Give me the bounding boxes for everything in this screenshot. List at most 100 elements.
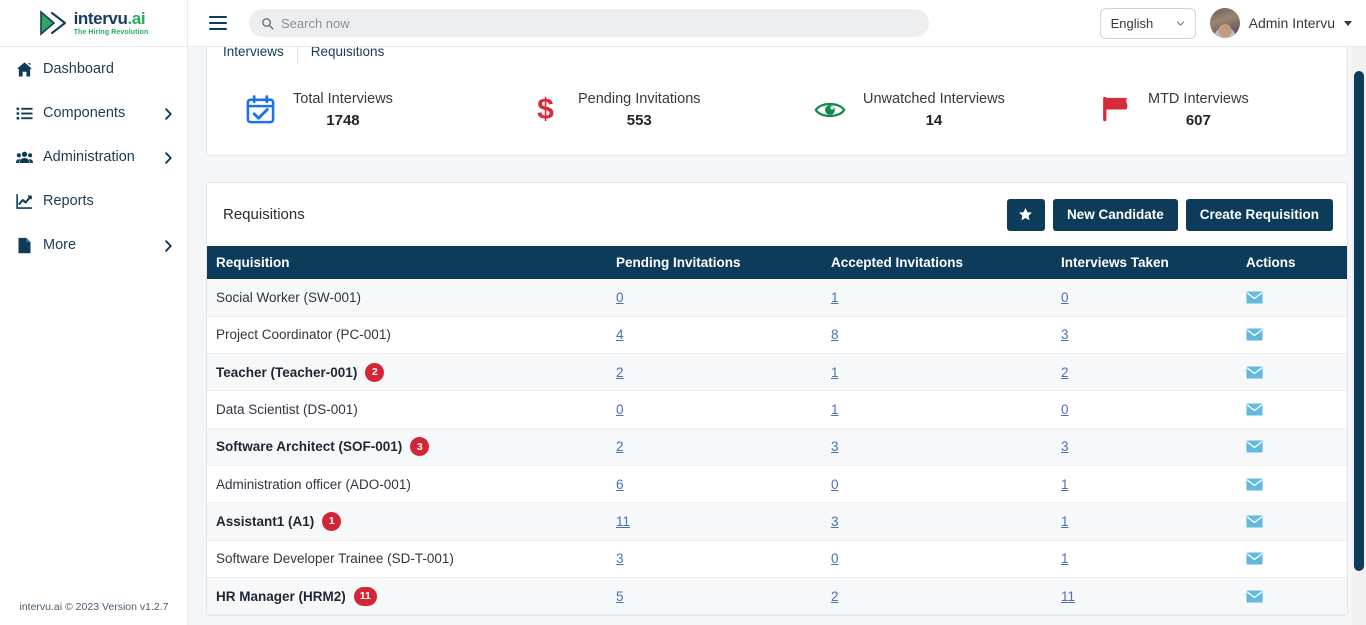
statistics-card: Total Interviews 1748 $ Pending Invitati…: [206, 64, 1348, 156]
cell-accepted-invitations-link[interactable]: 3: [831, 439, 839, 454]
status-badge: 11: [353, 586, 377, 606]
top-navigation-bar: intervu.ai The Hiring Revolution English…: [0, 0, 1366, 47]
cell-pending-invitations-link[interactable]: 11: [616, 514, 630, 529]
cell-accepted-invitations: 1: [822, 390, 1052, 429]
cell-accepted-invitations: 1: [822, 353, 1052, 392]
cell-accepted-invitations-link[interactable]: 0: [831, 551, 839, 566]
stat-value: 553: [626, 111, 652, 129]
table-row[interactable]: Social Worker (SW-001) 0 1 0: [207, 279, 1347, 317]
cell-pending-invitations-link[interactable]: 4: [616, 327, 624, 342]
cell-accepted-invitations-link[interactable]: 8: [831, 327, 839, 342]
chevron-right-icon: [164, 107, 173, 120]
requisition-name: Data Scientist (DS-001): [216, 402, 358, 418]
list-icon: [16, 105, 33, 122]
column-header-interviews-taken[interactable]: Interviews Taken: [1052, 246, 1237, 279]
column-header-pending-invitations[interactable]: Pending Invitations: [607, 246, 822, 279]
cell-interviews-taken-link[interactable]: 11: [1061, 589, 1075, 604]
create-requisition-button[interactable]: Create Requisition: [1185, 198, 1333, 231]
table-row[interactable]: Software Developer Trainee (SD-T-001) 3 0 1: [207, 540, 1347, 578]
cell-requisition: HR Manager (HRM2) 11: [207, 577, 607, 616]
table-row[interactable]: Administration officer (ADO-001) 6 0 1: [207, 465, 1347, 504]
table-row[interactable]: Teacher (Teacher-001) 2 2 1 2: [207, 353, 1347, 392]
envelope-icon[interactable]: [1246, 328, 1347, 341]
search-input[interactable]: [281, 15, 917, 31]
cell-requisition: Teacher (Teacher-001) 2: [207, 353, 607, 392]
cell-accepted-invitations-link[interactable]: 0: [831, 477, 839, 492]
cell-pending-invitations-link[interactable]: 5: [616, 589, 624, 604]
search-bar[interactable]: [249, 9, 929, 37]
envelope-icon[interactable]: [1246, 478, 1347, 491]
cell-pending-invitations-link[interactable]: 2: [616, 439, 624, 454]
page-scrollbar[interactable]: [1352, 47, 1366, 625]
sidebar-item-label: Reports: [43, 193, 94, 209]
cell-requisition: Administration officer (ADO-001): [207, 465, 607, 504]
cell-actions: [1237, 428, 1347, 466]
cell-pending-invitations: 0: [607, 390, 822, 429]
cell-interviews-taken-link[interactable]: 1: [1061, 477, 1069, 492]
sidebar-item-components[interactable]: Components: [0, 91, 187, 135]
cell-pending-invitations-link[interactable]: 0: [616, 290, 624, 305]
cell-interviews-taken-link[interactable]: 0: [1061, 402, 1069, 417]
envelope-icon[interactable]: [1246, 291, 1347, 304]
chart-icon: [16, 193, 33, 210]
cell-accepted-invitations-link[interactable]: 2: [831, 589, 839, 604]
eye-icon: [813, 93, 847, 127]
cell-accepted-invitations-link[interactable]: 1: [831, 290, 839, 305]
cell-pending-invitations-link[interactable]: 0: [616, 402, 624, 417]
envelope-icon[interactable]: [1246, 403, 1347, 416]
cell-accepted-invitations: 0: [822, 465, 1052, 504]
flag-icon: [1098, 93, 1132, 127]
table-row[interactable]: Assistant1 (A1) 1 11 3 1: [207, 502, 1347, 541]
cell-pending-invitations-link[interactable]: 6: [616, 477, 624, 492]
envelope-icon[interactable]: [1246, 440, 1347, 453]
sidebar-item-dashboard[interactable]: Dashboard: [0, 47, 187, 91]
envelope-icon[interactable]: [1246, 515, 1347, 528]
cell-interviews-taken-link[interactable]: 1: [1061, 514, 1069, 529]
cell-interviews-taken-link[interactable]: 3: [1061, 327, 1069, 342]
tab-requisitions[interactable]: Requisitions: [298, 47, 398, 64]
user-menu[interactable]: Admin Intervu: [1209, 8, 1352, 38]
cell-interviews-taken: 1: [1052, 465, 1237, 504]
sidebar-item-reports[interactable]: Reports: [0, 179, 187, 223]
cell-accepted-invitations-link[interactable]: 1: [831, 365, 839, 380]
table-row[interactable]: Project Coordinator (PC-001) 4 8 3: [207, 316, 1347, 355]
cell-interviews-taken: 1: [1052, 502, 1237, 541]
brand-logo[interactable]: intervu.ai The Hiring Revolution: [0, 0, 188, 47]
sidebar-item-more[interactable]: More: [0, 223, 187, 267]
requisition-name: HR Manager (HRM2): [216, 588, 346, 604]
tab-interviews[interactable]: Interviews: [223, 47, 298, 64]
table-row[interactable]: Data Scientist (DS-001) 0 1 0: [207, 390, 1347, 429]
cell-interviews-taken: 0: [1052, 390, 1237, 429]
table-row[interactable]: HR Manager (HRM2) 11 5 2 11: [207, 577, 1347, 616]
star-icon: [1019, 208, 1033, 221]
home-icon: [16, 61, 33, 78]
table-row[interactable]: Software Architect (SOF-001) 3 2 3 3: [207, 428, 1347, 466]
language-selector[interactable]: English: [1099, 7, 1196, 39]
cell-requisition: Assistant1 (A1) 1: [207, 502, 607, 541]
sidebar-item-administration[interactable]: Administration: [0, 135, 187, 179]
favorite-button[interactable]: [1006, 198, 1045, 231]
calendar-check-icon: [243, 93, 277, 127]
dollar-icon: $: [528, 93, 562, 127]
envelope-icon[interactable]: [1246, 366, 1347, 379]
cell-accepted-invitations-link[interactable]: 1: [831, 402, 839, 417]
status-badge: 3: [410, 437, 430, 457]
cell-interviews-taken-link[interactable]: 0: [1061, 290, 1069, 305]
cell-actions: [1237, 390, 1347, 429]
envelope-icon[interactable]: [1246, 552, 1347, 565]
cell-accepted-invitations: 3: [822, 428, 1052, 466]
new-candidate-button[interactable]: New Candidate: [1052, 198, 1178, 231]
sidebar-item-list: Dashboard Components Administration Reports…: [0, 47, 187, 267]
cell-interviews-taken-link[interactable]: 2: [1061, 365, 1069, 380]
hamburger-menu-icon[interactable]: [209, 12, 231, 34]
cell-interviews-taken-link[interactable]: 1: [1061, 551, 1069, 566]
cell-accepted-invitations-link[interactable]: 3: [831, 514, 839, 529]
column-header-accepted-invitations[interactable]: Accepted Invitations: [822, 246, 1052, 279]
cell-interviews-taken-link[interactable]: 3: [1061, 439, 1069, 454]
envelope-icon[interactable]: [1246, 590, 1347, 603]
cell-pending-invitations-link[interactable]: 3: [616, 551, 624, 566]
column-header-requisition[interactable]: Requisition: [207, 246, 607, 279]
cell-pending-invitations-link[interactable]: 2: [616, 365, 624, 380]
scrollbar-thumb[interactable]: [1354, 71, 1364, 571]
cell-pending-invitations: 11: [607, 502, 822, 541]
